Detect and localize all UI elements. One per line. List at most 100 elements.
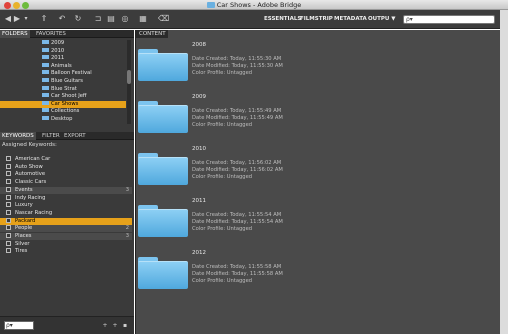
tree-item-label: 2011 xyxy=(51,55,65,62)
keyword-row[interactable]: Auto Show xyxy=(0,163,132,171)
workspace-filmstrip[interactable]: FILMSTRIP xyxy=(300,16,333,22)
item-name: 2010 xyxy=(192,146,206,152)
scroll-thumb[interactable] xyxy=(127,70,131,84)
keyword-label: Tires xyxy=(15,248,28,255)
tree-item[interactable]: Blue Strat xyxy=(0,85,126,93)
keyword-row[interactable]: American Car xyxy=(0,156,132,163)
keyword-row[interactable]: Silver xyxy=(0,240,132,248)
keyword-checkbox[interactable] xyxy=(6,233,11,238)
keyword-row[interactable]: People 2 xyxy=(0,225,132,233)
workspace-essentials[interactable]: ESSENTIALS xyxy=(264,16,301,22)
tree-item-label: Blue Strat xyxy=(51,85,77,92)
keyword-row[interactable]: Packard xyxy=(0,217,132,225)
keyword-checkbox[interactable] xyxy=(6,202,11,208)
folder-icon xyxy=(42,93,49,98)
folder-thumbnail-item[interactable]: 2008 Date Created: Today, 11:55:30 AM Date… xyxy=(136,42,501,94)
tree-item[interactable]: Car Shows xyxy=(0,100,126,108)
trash-icon[interactable]: ⌫ xyxy=(158,14,169,24)
tree-item[interactable]: Balloon Festival xyxy=(0,70,126,77)
workspace-output[interactable]: OUTPU ▼ xyxy=(368,16,396,22)
folder-icon xyxy=(206,2,215,8)
keyword-row[interactable]: Classic Cars xyxy=(0,179,132,186)
keyword-checkbox[interactable] xyxy=(6,163,11,169)
tree-scrollbar[interactable] xyxy=(127,40,131,124)
rotate-left-icon[interactable]: ↶ xyxy=(58,14,66,24)
keyword-row[interactable]: Automotive xyxy=(0,171,132,178)
open-recent-icon[interactable]: ▦ xyxy=(136,14,150,24)
keyword-count: 2 xyxy=(125,225,129,232)
item-profile: Color Profile: Untagged xyxy=(192,174,253,180)
tab-folders[interactable]: FOLDERS xyxy=(0,30,30,38)
folder-icon[interactable] xyxy=(138,261,188,289)
folder-icon xyxy=(42,85,49,90)
boomerang-icon[interactable]: ⊐ xyxy=(92,14,104,24)
keyword-checkbox[interactable] xyxy=(6,209,11,215)
keyword-checkbox[interactable] xyxy=(6,217,11,223)
keyword-checkbox[interactable] xyxy=(6,171,11,177)
tree-item[interactable]: Car Shoot Jeff xyxy=(0,93,126,100)
item-name: 2008 xyxy=(192,42,206,48)
item-profile: Color Profile: Untagged xyxy=(192,278,253,284)
folder-icon xyxy=(42,78,49,82)
keyword-checkbox[interactable] xyxy=(6,194,11,200)
tree-item[interactable]: 2009 xyxy=(0,40,126,47)
keyword-row[interactable]: Nascar Racing xyxy=(0,209,132,217)
keywords-tabbar: KEYWORDS FILTER EXPORT xyxy=(0,132,134,140)
keyword-checkbox[interactable] xyxy=(6,225,11,231)
delete-keyword-icon[interactable]: ▪ xyxy=(122,321,128,331)
workspace-metadata[interactable]: METADATA xyxy=(334,16,367,22)
keyword-row[interactable]: Places 3 xyxy=(0,233,132,240)
back-arrow-icon[interactable]: ◀ xyxy=(4,14,12,24)
add-subkeyword-icon[interactable]: + xyxy=(112,321,118,331)
keyword-checkbox[interactable] xyxy=(6,186,11,192)
forward-arrow-icon[interactable]: ▶ xyxy=(13,14,21,24)
item-profile: Color Profile: Untagged xyxy=(192,122,253,128)
tab-export[interactable]: EXPORT xyxy=(62,132,88,140)
get-photos-icon[interactable]: ▤ xyxy=(106,14,116,24)
keyword-search-input[interactable]: ρ▾ xyxy=(4,321,34,330)
tree-item[interactable]: Collections xyxy=(0,108,126,115)
folder-thumbnail-item[interactable]: 2010 Date Created: Today, 11:56:02 AM Date… xyxy=(136,146,501,198)
keyword-label: Classic Cars xyxy=(15,179,47,186)
folder-thumbnail-item[interactable]: 2009 Date Created: Today, 11:55:49 AM Date… xyxy=(136,94,501,146)
keyword-checkbox[interactable] xyxy=(6,179,11,185)
history-dropdown-icon[interactable]: ▾ xyxy=(23,14,29,24)
keyword-row[interactable]: Tires xyxy=(0,248,132,255)
tree-item[interactable]: Desktop xyxy=(0,116,126,123)
folder-icon[interactable] xyxy=(138,53,188,81)
rotate-icon[interactable]: ↻ xyxy=(74,14,82,24)
keyword-label: People xyxy=(15,225,33,232)
tree-item[interactable]: Animals xyxy=(0,62,126,70)
keyword-row[interactable]: Indy Racing xyxy=(0,194,132,202)
item-modified: Date Modified: Today, 11:55:49 AM xyxy=(192,115,283,121)
keyword-checkbox[interactable] xyxy=(6,156,11,161)
tree-item[interactable]: Blue Guitars xyxy=(0,78,126,85)
refine-icon[interactable]: ◎ xyxy=(121,14,129,24)
add-keyword-icon[interactable]: + xyxy=(102,321,108,331)
keyword-row[interactable]: Luxury xyxy=(0,202,132,209)
title-bar: Car Shows - Adobe Bridge xyxy=(0,0,508,10)
tree-item[interactable]: 2011 xyxy=(0,55,126,62)
item-modified: Date Modified: Today, 11:55:54 AM xyxy=(192,219,283,225)
tab-favorites[interactable]: FAVORITES xyxy=(34,30,68,38)
tree-item-label: Car Shoot Jeff xyxy=(51,93,87,100)
keyword-checkbox[interactable] xyxy=(6,240,11,246)
keyword-checkbox[interactable] xyxy=(6,248,11,254)
keyword-label: Nascar Racing xyxy=(15,209,53,216)
folder-thumbnail-item[interactable]: 2011 Date Created: Today, 11:55:54 AM Date… xyxy=(136,198,501,250)
go-parent-icon[interactable]: ⇑ xyxy=(38,14,50,24)
tab-keywords[interactable]: KEYWORDS xyxy=(0,132,36,140)
tree-item-label: 2010 xyxy=(51,47,65,54)
keyword-label: Silver xyxy=(15,240,30,247)
tab-filter[interactable]: FILTER xyxy=(40,132,62,140)
folder-thumbnail-item[interactable]: 2012 Date Created: Today, 11:55:58 AM Date… xyxy=(136,250,501,302)
folder-icon[interactable] xyxy=(138,157,188,185)
folder-icon[interactable] xyxy=(138,209,188,237)
folder-icon[interactable] xyxy=(138,105,188,133)
item-modified: Date Modified: Today, 11:55:58 AM xyxy=(192,271,283,277)
search-input[interactable]: ρ▾ xyxy=(403,15,495,24)
tree-item-label: 2009 xyxy=(51,40,65,46)
item-created: Date Created: Today, 11:55:54 AM xyxy=(192,212,282,218)
keyword-row[interactable]: Events 3 xyxy=(0,186,132,194)
tree-item[interactable]: 2010 xyxy=(0,47,126,55)
